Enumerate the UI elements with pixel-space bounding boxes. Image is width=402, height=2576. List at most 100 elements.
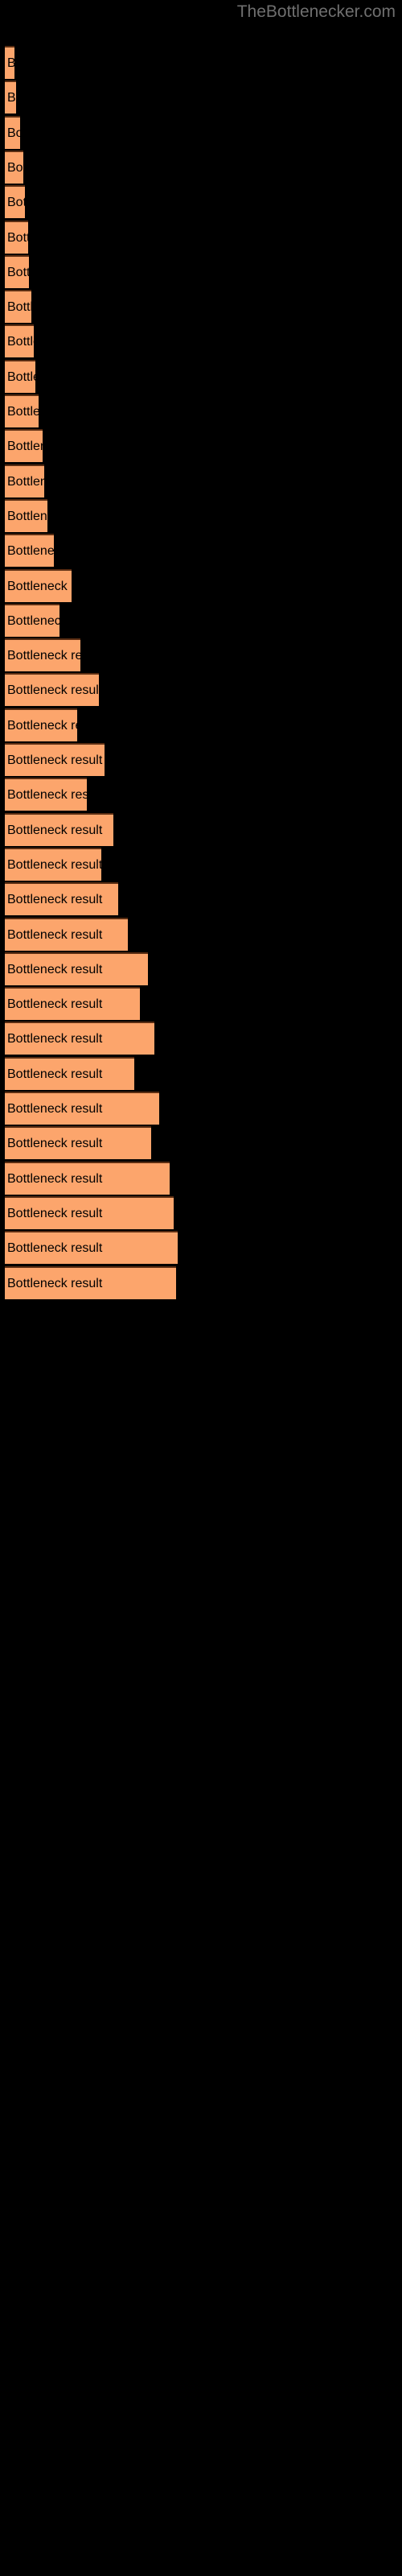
bar-row: Bottleneck result [0,290,402,324]
bar-label: Bottleneck result [7,126,20,140]
bar-row: Bottleneck result [0,220,402,254]
bar-label: Bottleneck result [7,1171,103,1186]
bar-label: Bottleneck result [7,335,34,349]
bar-row: Bottleneck result [0,80,402,114]
bar[interactable]: Bottleneck result [5,1195,174,1229]
bar-row: Bottleneck result [0,673,402,707]
bottleneck-bar-chart: TheBottlenecker.com Bottleneck resultBot… [0,0,402,2576]
bar-row: Bottleneck result [0,987,402,1021]
bar-label: Bottleneck result [7,440,43,454]
bar[interactable]: Bottleneck result [5,80,16,114]
bar[interactable]: Bottleneck result [5,150,23,184]
bar-label: Bottleneck result [7,230,28,245]
bar-row: Bottleneck result [0,882,402,916]
bar[interactable]: Bottleneck result [5,673,99,707]
bar-label: Bottleneck result [7,1067,103,1081]
bar[interactable]: Bottleneck result [5,254,29,288]
bar-row: Bottleneck result [0,464,402,497]
bar[interactable]: Bottleneck result [5,1056,134,1090]
bar-label: Bottleneck result [7,683,99,698]
bar[interactable]: Bottleneck result [5,498,47,532]
bar-label: Bottleneck result [7,649,80,663]
bar[interactable]: Bottleneck result [5,987,140,1021]
bar-row: Bottleneck result [0,429,402,463]
bar[interactable]: Bottleneck result [5,46,14,79]
bar-row: Bottleneck result [0,1265,402,1299]
bar[interactable]: Bottleneck result [5,778,87,811]
bar-row: Bottleneck result [0,603,402,637]
bar[interactable]: Bottleneck result [5,568,72,602]
bar-label: Bottleneck result [7,823,103,837]
bar-label: Bottleneck result [7,788,87,803]
bar[interactable]: Bottleneck result [5,1265,176,1299]
bar[interactable]: Bottleneck result [5,429,43,463]
bar[interactable]: Bottleneck result [5,952,148,985]
bar-label: Bottleneck result [7,265,29,279]
bar[interactable]: Bottleneck result [5,1126,151,1160]
bar-label: Bottleneck result [7,1276,103,1290]
bar-row: Bottleneck result [0,359,402,393]
bar-row: Bottleneck result [0,1231,402,1265]
bar[interactable]: Bottleneck result [5,464,44,497]
bar-label: Bottleneck result [7,613,59,628]
bar[interactable]: Bottleneck result [5,638,80,672]
bar-row: Bottleneck result [0,534,402,568]
bar[interactable]: Bottleneck result [5,115,20,149]
bar[interactable]: Bottleneck result [5,1022,154,1055]
bar-row: Bottleneck result [0,150,402,184]
bar-label: Bottleneck result [7,1137,103,1151]
bar[interactable]: Bottleneck result [5,359,35,393]
bar[interactable]: Bottleneck result [5,324,34,358]
bar[interactable]: Bottleneck result [5,1092,159,1125]
bar-label: Bottleneck result [7,1102,103,1116]
bar-label: Bottleneck result [7,753,103,767]
bar[interactable]: Bottleneck result [5,847,101,881]
bar-row: Bottleneck result [0,115,402,149]
bar-label: Bottleneck result [7,47,14,79]
bar-label: Bottleneck result [7,962,103,976]
bar-row: Bottleneck result [0,1161,402,1195]
bar-row: Bottleneck result [0,46,402,79]
bar-row: Bottleneck result [0,952,402,985]
bar[interactable]: Bottleneck result [5,917,128,951]
bar-label: Bottleneck result [7,369,35,384]
bar-row: Bottleneck result [0,917,402,951]
bar[interactable]: Bottleneck result [5,708,77,741]
bar-row: Bottleneck result [0,778,402,811]
bar-label: Bottleneck result [7,160,23,175]
bar-row: Bottleneck result [0,638,402,672]
plot-area: Bottleneck result Bottleneck result Bottle… [0,0,402,2576]
bar-label: Bottleneck result [7,579,72,593]
bar[interactable]: Bottleneck result [5,394,39,427]
bar-row: Bottleneck result [0,1195,402,1229]
bar-row: Bottleneck result [0,812,402,846]
bar[interactable]: Bottleneck result [5,603,59,637]
bar-row: Bottleneck result [0,394,402,427]
bar[interactable]: Bottleneck result [5,185,25,219]
bar[interactable]: Bottleneck result [5,882,118,916]
bar-row: Bottleneck result [0,254,402,288]
bar-row: Bottleneck result [0,568,402,602]
bar-label: Bottleneck result [7,857,101,872]
bar[interactable]: Bottleneck result [5,812,113,846]
bar-row: Bottleneck result [0,185,402,219]
bar-label: Bottleneck result [7,196,25,210]
bar[interactable]: Bottleneck result [5,290,31,324]
bar-label: Bottleneck result [7,1241,103,1256]
bar-label: Bottleneck result [7,927,103,942]
bar[interactable]: Bottleneck result [5,1161,170,1195]
bar[interactable]: Bottleneck result [5,743,105,776]
bar-label: Bottleneck result [7,544,54,559]
bar[interactable]: Bottleneck result [5,220,28,254]
bar-label: Bottleneck result [7,997,103,1012]
bar[interactable]: Bottleneck result [5,534,54,568]
bar-label: Bottleneck result [7,405,39,419]
bar-label: Bottleneck result [7,474,44,489]
bar-row: Bottleneck result [0,324,402,358]
bar[interactable]: Bottleneck result [5,1231,178,1265]
bar-row: Bottleneck result [0,1022,402,1055]
bar-row: Bottleneck result [0,498,402,532]
bar-label: Bottleneck result [7,718,77,733]
bar-label: Bottleneck result [7,509,47,523]
bar-label: Bottleneck result [7,1206,103,1220]
